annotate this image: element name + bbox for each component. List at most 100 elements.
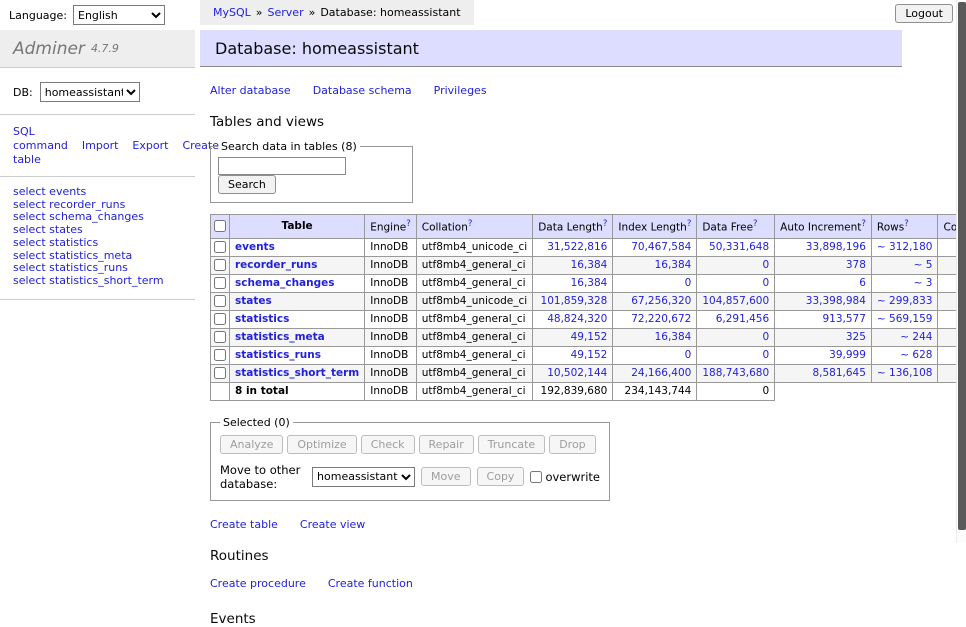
help-icon[interactable]: ?	[861, 219, 866, 229]
table-name-link[interactable]: events	[235, 241, 275, 253]
rows-link[interactable]: ~ 244	[900, 331, 932, 343]
breadcrumb-item-server[interactable]: Server	[268, 6, 304, 19]
data-free-link[interactable]: 6,291,456	[716, 313, 769, 325]
optimize-button[interactable]: Optimize	[287, 435, 356, 454]
auto-increment-link[interactable]: 8,581,645	[812, 367, 865, 379]
sidebar-select-statistics-link[interactable]: select statistics	[13, 237, 182, 250]
privileges-link[interactable]: Privileges	[434, 84, 487, 97]
language-select[interactable]: English	[73, 5, 165, 25]
search-input[interactable]	[218, 157, 346, 175]
scrollbar[interactable]	[956, 0, 966, 543]
check-button[interactable]: Check	[361, 435, 415, 454]
data-length-link[interactable]: 16,384	[571, 259, 608, 271]
data-length-link[interactable]: 101,859,328	[541, 295, 608, 307]
data-length-link[interactable]: 31,522,816	[547, 241, 607, 253]
auto-increment-link[interactable]: 913,577	[823, 313, 866, 325]
index-length-link[interactable]: 16,384	[655, 331, 692, 343]
db-select[interactable]: homeassistant	[40, 82, 140, 102]
row-checkbox[interactable]	[214, 313, 226, 325]
rows-link[interactable]: ~ 3	[914, 277, 933, 289]
row-checkbox[interactable]	[214, 331, 226, 343]
rows-link[interactable]: ~ 628	[900, 349, 932, 361]
help-icon[interactable]: ?	[468, 219, 473, 229]
data-free-link[interactable]: 104,857,600	[702, 295, 769, 307]
data-length-link[interactable]: 49,152	[571, 331, 608, 343]
create-procedure-link[interactable]: Create procedure	[210, 577, 306, 590]
repair-button[interactable]: Repair	[419, 435, 474, 454]
drop-button[interactable]: Drop	[549, 435, 595, 454]
table-name-link[interactable]: states	[235, 295, 272, 307]
help-icon[interactable]: ?	[603, 219, 608, 229]
create-function-link[interactable]: Create function	[328, 577, 413, 590]
index-length-link[interactable]: 0	[685, 277, 692, 289]
data-free-link[interactable]: 0	[762, 349, 769, 361]
data-free-link[interactable]: 0	[762, 277, 769, 289]
row-checkbox[interactable]	[214, 241, 226, 253]
search-button[interactable]: Search	[218, 175, 276, 194]
rows-link[interactable]: ~ 312,180	[877, 241, 933, 253]
index-length-link[interactable]: 0	[685, 349, 692, 361]
data-length-link[interactable]: 49,152	[571, 349, 608, 361]
logout-button[interactable]: Logout	[895, 4, 953, 23]
row-checkbox[interactable]	[214, 295, 226, 307]
help-icon[interactable]: ?	[753, 219, 758, 229]
help-icon[interactable]: ?	[904, 219, 909, 229]
move-db-select[interactable]: homeassistant	[312, 467, 415, 487]
create-view-link[interactable]: Create view	[300, 518, 365, 531]
auto-increment-link[interactable]: 6	[859, 277, 866, 289]
table-name-cell: statistics_meta	[230, 328, 365, 346]
sidebar-select-statistics-short-term-link[interactable]: select statistics_short_term	[13, 275, 182, 288]
overwrite-checkbox[interactable]	[530, 471, 542, 483]
table-name-link[interactable]: recorder_runs	[235, 259, 317, 271]
alter-database-link[interactable]: Alter database	[210, 84, 291, 97]
rows-link[interactable]: ~ 299,833	[877, 295, 933, 307]
data-free-link[interactable]: 0	[762, 259, 769, 271]
database-schema-link[interactable]: Database schema	[313, 84, 412, 97]
index-length-link[interactable]: 24,166,400	[631, 367, 691, 379]
data-free-link[interactable]: 188,743,680	[702, 367, 769, 379]
breadcrumb-item-mysql[interactable]: MySQL	[213, 6, 251, 19]
sql-command-link[interactable]: SQL command	[13, 125, 68, 152]
rows-link[interactable]: ~ 5	[914, 259, 933, 271]
copy-button[interactable]: Copy	[477, 467, 525, 486]
index-length-link[interactable]: 72,220,672	[631, 313, 691, 325]
row-checkbox[interactable]	[214, 367, 226, 379]
move-button[interactable]: Move	[421, 467, 471, 486]
create-table-link[interactable]: Create table	[210, 518, 278, 531]
help-icon[interactable]: ?	[406, 219, 411, 229]
data-length-link[interactable]: 10,502,144	[547, 367, 607, 379]
table-name-link[interactable]: schema_changes	[235, 277, 335, 289]
help-icon[interactable]: ?	[687, 219, 692, 229]
table-name-link[interactable]: statistics_runs	[235, 349, 321, 361]
import-link[interactable]: Import	[82, 139, 119, 152]
table-name-link[interactable]: statistics	[235, 313, 289, 325]
row-checkbox[interactable]	[214, 349, 226, 361]
rows-link[interactable]: ~ 569,159	[877, 313, 933, 325]
data-free-link[interactable]: 0	[762, 331, 769, 343]
table-name-link[interactable]: statistics_meta	[235, 331, 325, 343]
scrollbar-thumb[interactable]	[958, 2, 966, 530]
row-checkbox[interactable]	[214, 277, 226, 289]
app-version[interactable]: 4.7.9	[91, 42, 119, 55]
auto-increment-link[interactable]: 33,398,984	[806, 295, 866, 307]
auto-increment-link[interactable]: 378	[846, 259, 866, 271]
sidebar-select-events-link[interactable]: select events	[13, 186, 182, 199]
select-all-checkbox[interactable]	[214, 220, 226, 232]
auto-increment-link[interactable]: 39,999	[829, 349, 866, 361]
auto-increment-link[interactable]: 325	[846, 331, 866, 343]
data-free-link[interactable]: 50,331,648	[709, 241, 769, 253]
index-length-link[interactable]: 16,384	[655, 259, 692, 271]
analyze-button[interactable]: Analyze	[220, 435, 283, 454]
index-length-link[interactable]: 70,467,584	[631, 241, 691, 253]
index-length-cell: 70,467,584	[613, 238, 697, 256]
index-length-link[interactable]: 67,256,320	[631, 295, 691, 307]
export-link[interactable]: Export	[132, 139, 168, 152]
truncate-button[interactable]: Truncate	[478, 435, 545, 454]
auto-increment-link[interactable]: 33,898,196	[806, 241, 866, 253]
row-checkbox[interactable]	[214, 259, 226, 271]
data-length-link[interactable]: 48,824,320	[547, 313, 607, 325]
table-name-link[interactable]: statistics_short_term	[235, 367, 359, 379]
data-length-link[interactable]: 16,384	[571, 277, 608, 289]
rows-link[interactable]: ~ 136,108	[877, 367, 933, 379]
sidebar-select-states-link[interactable]: select states	[13, 224, 182, 237]
